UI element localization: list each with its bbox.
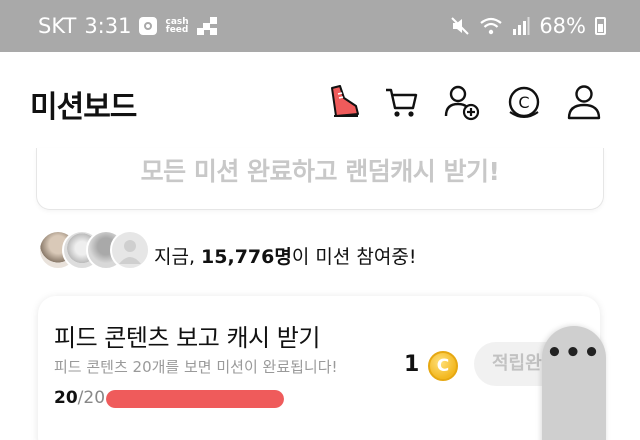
progress-fill: [106, 390, 284, 408]
carrier-label: SKT: [38, 14, 77, 38]
coin-icon: C: [428, 351, 458, 381]
more-dots-icon: •••: [546, 338, 602, 368]
battery-percent: 68%: [539, 14, 586, 38]
mission-card[interactable]: 피드 콘텐츠 보고 캐시 받기 피드 콘텐츠 20개를 보면 미션이 완료됩니다…: [38, 296, 600, 440]
all-missions-banner[interactable]: 모든 미션 완료하고 랜덤캐시 받기!: [36, 148, 604, 210]
avatar: [110, 230, 150, 270]
page-title: 미션보드: [30, 90, 137, 125]
progress-bar: [106, 390, 284, 408]
signal-icon: [513, 17, 530, 35]
steps-icon: [196, 17, 217, 35]
status-bar-left: SKT 3:31 cash feed: [38, 0, 217, 52]
progress-current: 20: [54, 388, 78, 408]
participant-count: 15,776명: [201, 246, 292, 268]
participant-prefix: 지금,: [154, 246, 202, 268]
wifi-icon: [480, 17, 502, 35]
add-friend-icon[interactable]: [442, 82, 482, 122]
cart-icon[interactable]: [382, 82, 422, 122]
participant-count-text: 지금, 15,776명이 미션 참여중!: [154, 242, 416, 269]
cashfeed-text-bottom: feed: [165, 25, 189, 35]
clock: 3:31: [84, 14, 132, 38]
participant-avatars: [38, 230, 150, 274]
participant-suffix: 이 미션 참여중!: [291, 246, 417, 268]
mission-description: 피드 콘텐츠 20개를 보면 미션이 완료됩니다!: [54, 358, 338, 376]
cash-coin-glyph: C: [518, 93, 529, 112]
status-bar-right: 68%: [450, 0, 606, 52]
reward-amount: 1: [404, 352, 420, 377]
profile-icon[interactable]: [564, 82, 604, 122]
sneaker-icon[interactable]: [322, 82, 362, 122]
banner-text: 모든 미션 완료하고 랜덤캐시 받기!: [140, 157, 500, 186]
notification-icon: [139, 17, 158, 35]
mission-title: 피드 콘텐츠 보고 캐시 받기: [54, 324, 320, 352]
status-bar: SKT 3:31 cash feed 68%: [0, 0, 640, 52]
app-header: 미션보드 C: [0, 52, 640, 148]
floating-more-button[interactable]: •••: [542, 326, 606, 440]
progress-label: 20/20: [54, 388, 105, 408]
battery-icon: [595, 17, 606, 35]
cash-coin-icon[interactable]: C: [504, 82, 544, 122]
progress-total: /20: [77, 388, 106, 408]
cashfeed-icon: cash feed: [165, 18, 189, 35]
mute-icon: [451, 17, 470, 35]
default-avatar-icon: [119, 240, 141, 264]
